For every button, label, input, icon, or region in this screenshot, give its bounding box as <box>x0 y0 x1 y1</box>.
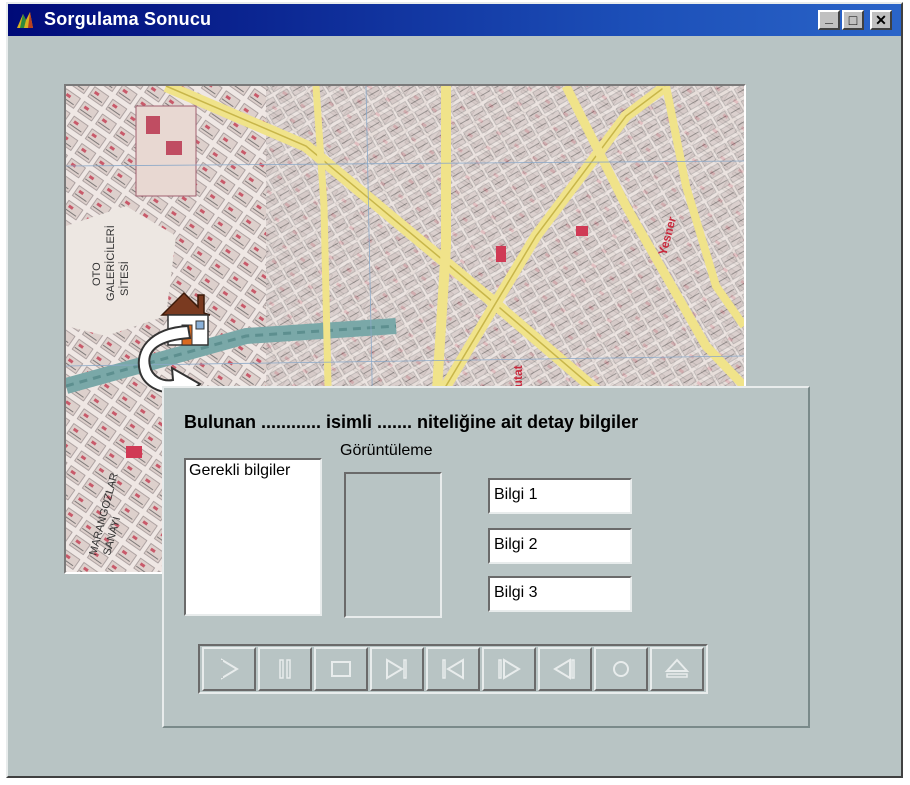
maximize-button[interactable]: □ <box>842 10 864 30</box>
play-icon <box>221 658 239 680</box>
map-label-galericileri: GALERİCİLERİ <box>104 225 117 301</box>
previous-button[interactable] <box>426 647 480 691</box>
eject-icon <box>664 658 690 678</box>
maximize-icon: □ <box>848 12 858 28</box>
close-button[interactable]: ✕ <box>870 10 892 30</box>
required-info-list[interactable]: Gerekli bilgiler <box>184 458 322 616</box>
title-bar[interactable]: Sorgulama Sonucu _ □ ✕ <box>8 4 901 36</box>
pause-button[interactable] <box>258 647 312 691</box>
detail-panel: Bulunan ............ isimli ....... nite… <box>162 386 810 728</box>
close-icon: ✕ <box>875 11 887 28</box>
stop-icon <box>331 661 351 677</box>
info-field-3[interactable]: Bilgi 3 <box>488 576 632 612</box>
stop-button[interactable] <box>314 647 368 691</box>
next-icon <box>386 658 407 680</box>
map-label-sitesi: SİTESİ <box>118 261 131 296</box>
pause-icon <box>279 659 291 679</box>
eject-button[interactable] <box>650 647 704 691</box>
play-button[interactable] <box>202 647 256 691</box>
step-back-button[interactable] <box>538 647 592 691</box>
map-label-oto: OTO <box>91 262 103 286</box>
record-button[interactable] <box>594 647 648 691</box>
view-label: Görüntüleme <box>340 442 433 459</box>
view-box[interactable] <box>344 472 442 618</box>
record-icon <box>613 661 629 677</box>
app-icon <box>17 12 33 28</box>
window-title: Sorgulama Sonucu <box>44 9 212 29</box>
step-back-icon <box>553 658 575 680</box>
query-result-window: Sorgulama Sonucu _ □ ✕ OTO GALERİCİLERİ … <box>6 2 903 778</box>
info-field-1[interactable]: Bilgi 1 <box>488 478 632 514</box>
minimize-icon: _ <box>825 9 833 25</box>
detail-heading: Bulunan ............ isimli ....... nite… <box>184 412 639 432</box>
list-item[interactable]: Gerekli bilgiler <box>189 462 290 479</box>
minimize-button[interactable]: _ <box>818 9 840 30</box>
previous-icon <box>442 658 464 680</box>
next-button[interactable] <box>370 647 424 691</box>
step-forward-icon <box>498 658 521 680</box>
step-forward-button[interactable] <box>482 647 536 691</box>
media-toolbar <box>198 644 708 694</box>
info-field-2[interactable]: Bilgi 2 <box>488 528 632 564</box>
